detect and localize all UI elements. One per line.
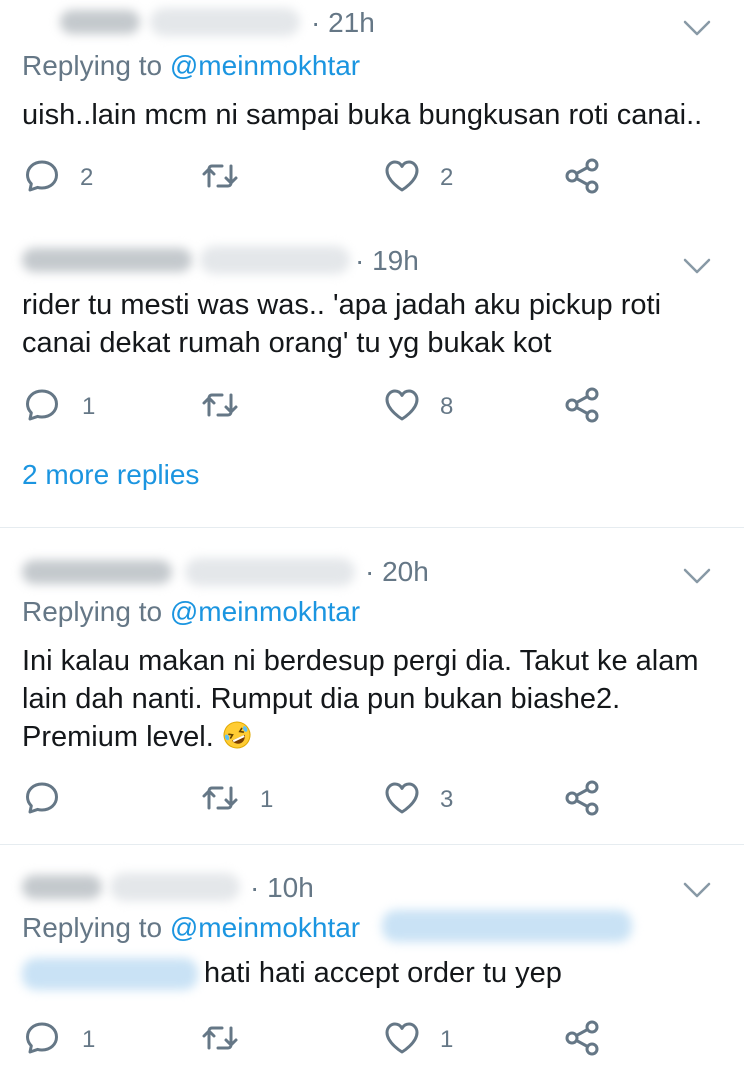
like-count: 1 <box>440 1026 454 1053</box>
replying-handle-link[interactable]: @meinmokhtar <box>170 50 360 81</box>
tweet-text-line-3-text: Premium level. <box>22 721 214 753</box>
chevron-down-icon[interactable] <box>682 18 712 38</box>
replying-label: Replying to <box>22 50 170 81</box>
handle-redacted <box>185 558 355 586</box>
replying-to: Replying to @meinmokhtar <box>22 596 360 628</box>
reply-count: 2 <box>80 164 94 191</box>
tweet-text-line-1: Ini kalau makan ni berdesup pergi dia. T… <box>22 645 699 677</box>
username-redacted <box>22 875 102 899</box>
username-redacted <box>22 248 192 272</box>
mention-redacted <box>22 958 198 990</box>
retweet-icon[interactable] <box>200 778 240 818</box>
replying-label: Replying to <box>22 912 170 943</box>
share-icon[interactable] <box>562 778 602 818</box>
reply-icon[interactable] <box>22 156 62 196</box>
handle-redacted <box>150 8 300 36</box>
handle-redacted <box>110 873 240 901</box>
tweet-time: · 21h <box>311 7 375 38</box>
tweet-text: uish..lain mcm ni sampai buka bungkusan … <box>22 99 703 131</box>
retweet-count: 1 <box>260 786 274 813</box>
chevron-down-icon[interactable] <box>682 880 712 900</box>
like-icon[interactable] <box>382 778 422 818</box>
chevron-down-icon[interactable] <box>682 256 712 276</box>
like-icon[interactable] <box>382 1018 422 1058</box>
tweet-text-line-2: lain dah nanti. Rumput dia pun bukan bia… <box>22 683 621 715</box>
reply-count: 1 <box>82 1026 96 1053</box>
mention-redacted <box>382 910 632 942</box>
like-icon[interactable] <box>382 156 422 196</box>
divider <box>0 527 744 528</box>
share-icon[interactable] <box>562 1018 602 1058</box>
replying-handle-link[interactable]: @meinmokhtar <box>170 912 360 943</box>
tweet-time: · 20h <box>365 556 429 587</box>
tweet-time: · 10h <box>250 872 314 903</box>
replying-to: Replying to @meinmokhtar <box>22 912 360 944</box>
chevron-down-icon[interactable] <box>682 566 712 586</box>
like-icon[interactable] <box>382 385 422 425</box>
tweet-text-line-3: Premium level. <box>22 719 252 756</box>
tweet-time: · 19h <box>355 245 419 276</box>
handle-redacted <box>200 246 350 274</box>
tweet-text-line-2: canai dekat rumah orang' tu yg bukak kot <box>22 327 552 359</box>
username-redacted <box>22 560 172 584</box>
retweet-icon[interactable] <box>200 156 240 196</box>
like-count: 3 <box>440 786 454 813</box>
share-icon[interactable] <box>562 156 602 196</box>
retweet-icon[interactable] <box>200 385 240 425</box>
like-count: 8 <box>440 393 454 420</box>
replying-label: Replying to <box>22 596 170 627</box>
username-redacted <box>60 10 140 34</box>
divider <box>0 844 744 845</box>
like-count: 2 <box>440 164 454 191</box>
tweet-text-line-1: rider tu mesti was was.. 'apa jadah aku … <box>22 289 662 321</box>
tweet-text: hati hati accept order tu yep <box>204 957 562 989</box>
replying-handle-link[interactable]: @meinmokhtar <box>170 596 360 627</box>
retweet-icon[interactable] <box>200 1018 240 1058</box>
reply-icon[interactable] <box>22 1018 62 1058</box>
share-icon[interactable] <box>562 385 602 425</box>
reply-icon[interactable] <box>22 778 62 818</box>
reply-icon[interactable] <box>22 385 62 425</box>
reply-count: 1 <box>82 393 96 420</box>
more-replies-link[interactable]: 2 more replies <box>22 459 199 491</box>
replying-to: Replying to @meinmokhtar <box>22 50 360 82</box>
rofl-emoji <box>223 721 251 749</box>
